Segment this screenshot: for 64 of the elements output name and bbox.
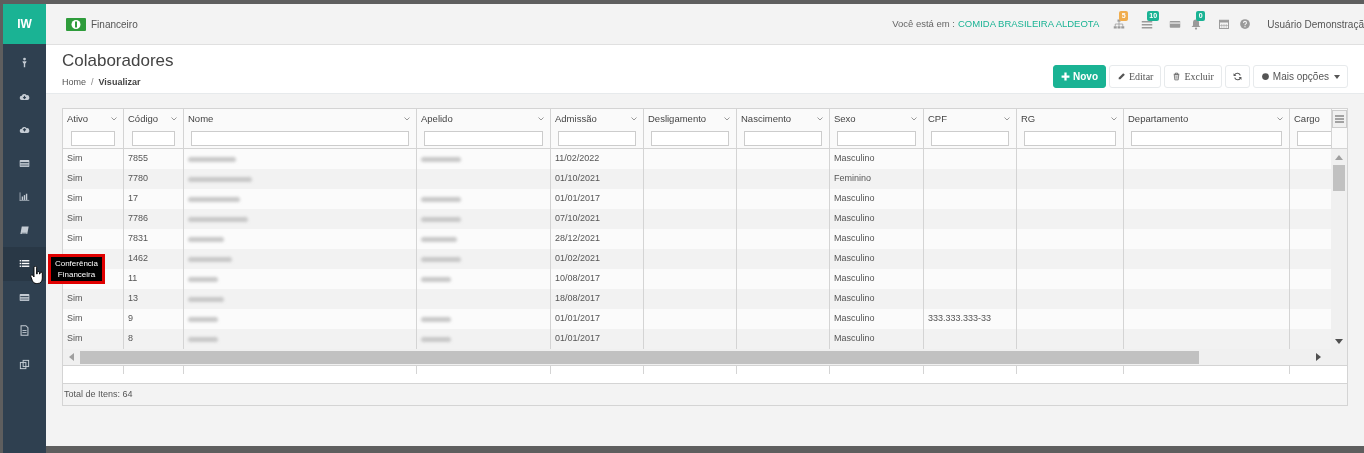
table-cell: Feminino bbox=[834, 172, 871, 186]
table-cell: Sim bbox=[67, 332, 83, 346]
table-cell: 28/12/2021 bbox=[555, 232, 601, 246]
table-cell: Sim bbox=[67, 212, 83, 226]
table-cell: 7831 bbox=[128, 232, 149, 246]
table-cell: 01/01/2017 bbox=[555, 332, 601, 346]
tooltip: Conferência Financeira bbox=[48, 254, 105, 284]
total-items: Total de Itens: 64 bbox=[64, 387, 133, 401]
column-header[interactable]: Ativo bbox=[67, 111, 89, 127]
column-header[interactable]: Admissão bbox=[555, 111, 597, 127]
module-title: Financeiro bbox=[91, 17, 138, 32]
user-menu[interactable]: Usuário Demonstraçã bbox=[1267, 16, 1364, 32]
table-cell: 07/10/2021 bbox=[555, 212, 601, 226]
table-cell: 01/10/2021 bbox=[555, 172, 601, 186]
table-cell: 333.333.333-33 bbox=[928, 312, 992, 326]
table-cell: Masculino bbox=[834, 212, 875, 226]
table-cell: Sim bbox=[67, 192, 83, 206]
column-header[interactable]: RG bbox=[1021, 111, 1036, 127]
column-header[interactable]: Nome bbox=[188, 111, 214, 127]
table-cell: 01/02/2021 bbox=[555, 252, 601, 266]
breadcrumb-link[interactable]: Home bbox=[62, 76, 86, 90]
location-label: Você está em : bbox=[892, 16, 955, 31]
table-cell: Masculino bbox=[834, 252, 875, 266]
table-cell: 17 bbox=[128, 192, 138, 206]
column-header[interactable]: Desligamento bbox=[648, 111, 707, 127]
edit-button[interactable]: Editar bbox=[1109, 65, 1162, 88]
table-cell: Sim bbox=[67, 232, 83, 246]
table-cell: 18/08/2017 bbox=[555, 292, 601, 306]
table-cell: 7786 bbox=[128, 212, 149, 226]
delete-button[interactable]: Excluir bbox=[1164, 65, 1222, 88]
table-cell: 10/08/2017 bbox=[555, 272, 601, 286]
table-cell: 01/01/2017 bbox=[555, 192, 601, 206]
table-cell: Masculino bbox=[834, 292, 875, 306]
table-cell: 11 bbox=[128, 272, 138, 286]
column-header[interactable]: Apelido bbox=[421, 111, 453, 127]
column-header[interactable]: Cargo bbox=[1294, 111, 1320, 127]
app-logo: IW bbox=[3, 4, 46, 44]
column-header[interactable]: CPF bbox=[928, 111, 947, 127]
table-cell: Masculino bbox=[834, 332, 875, 346]
table-cell: Sim bbox=[67, 152, 83, 166]
table-cell: 13 bbox=[128, 292, 138, 306]
table-cell: Sim bbox=[67, 312, 83, 326]
table-cell: 7780 bbox=[128, 172, 149, 186]
table-cell: 01/01/2017 bbox=[555, 312, 601, 326]
table-cell: Sim bbox=[67, 172, 83, 186]
table-cell: Sim bbox=[67, 292, 83, 306]
breadcrumb-link[interactable]: Visualizar bbox=[98, 76, 141, 90]
table-cell: Masculino bbox=[834, 232, 875, 246]
table-cell: 11/02/2022 bbox=[555, 152, 600, 166]
column-header[interactable]: Código bbox=[128, 111, 159, 127]
column-header[interactable]: Sexo bbox=[834, 111, 856, 127]
breadcrumb-separator: / bbox=[91, 76, 94, 89]
table-cell: 9 bbox=[128, 312, 133, 326]
page-title: Colaboradores bbox=[62, 51, 174, 71]
table-cell: Masculino bbox=[834, 192, 875, 206]
column-header[interactable]: Nascimento bbox=[741, 111, 792, 127]
table-cell: 8 bbox=[128, 332, 133, 346]
table-cell: 7855 bbox=[128, 152, 149, 166]
table-cell: Masculino bbox=[834, 272, 875, 286]
column-header[interactable]: Departamento bbox=[1128, 111, 1189, 127]
table-cell: 1462 bbox=[128, 252, 149, 266]
more-options-button[interactable]: Mais opções bbox=[1252, 65, 1348, 88]
table-cell: Masculino bbox=[834, 312, 875, 326]
table-cell: Masculino bbox=[834, 152, 875, 166]
